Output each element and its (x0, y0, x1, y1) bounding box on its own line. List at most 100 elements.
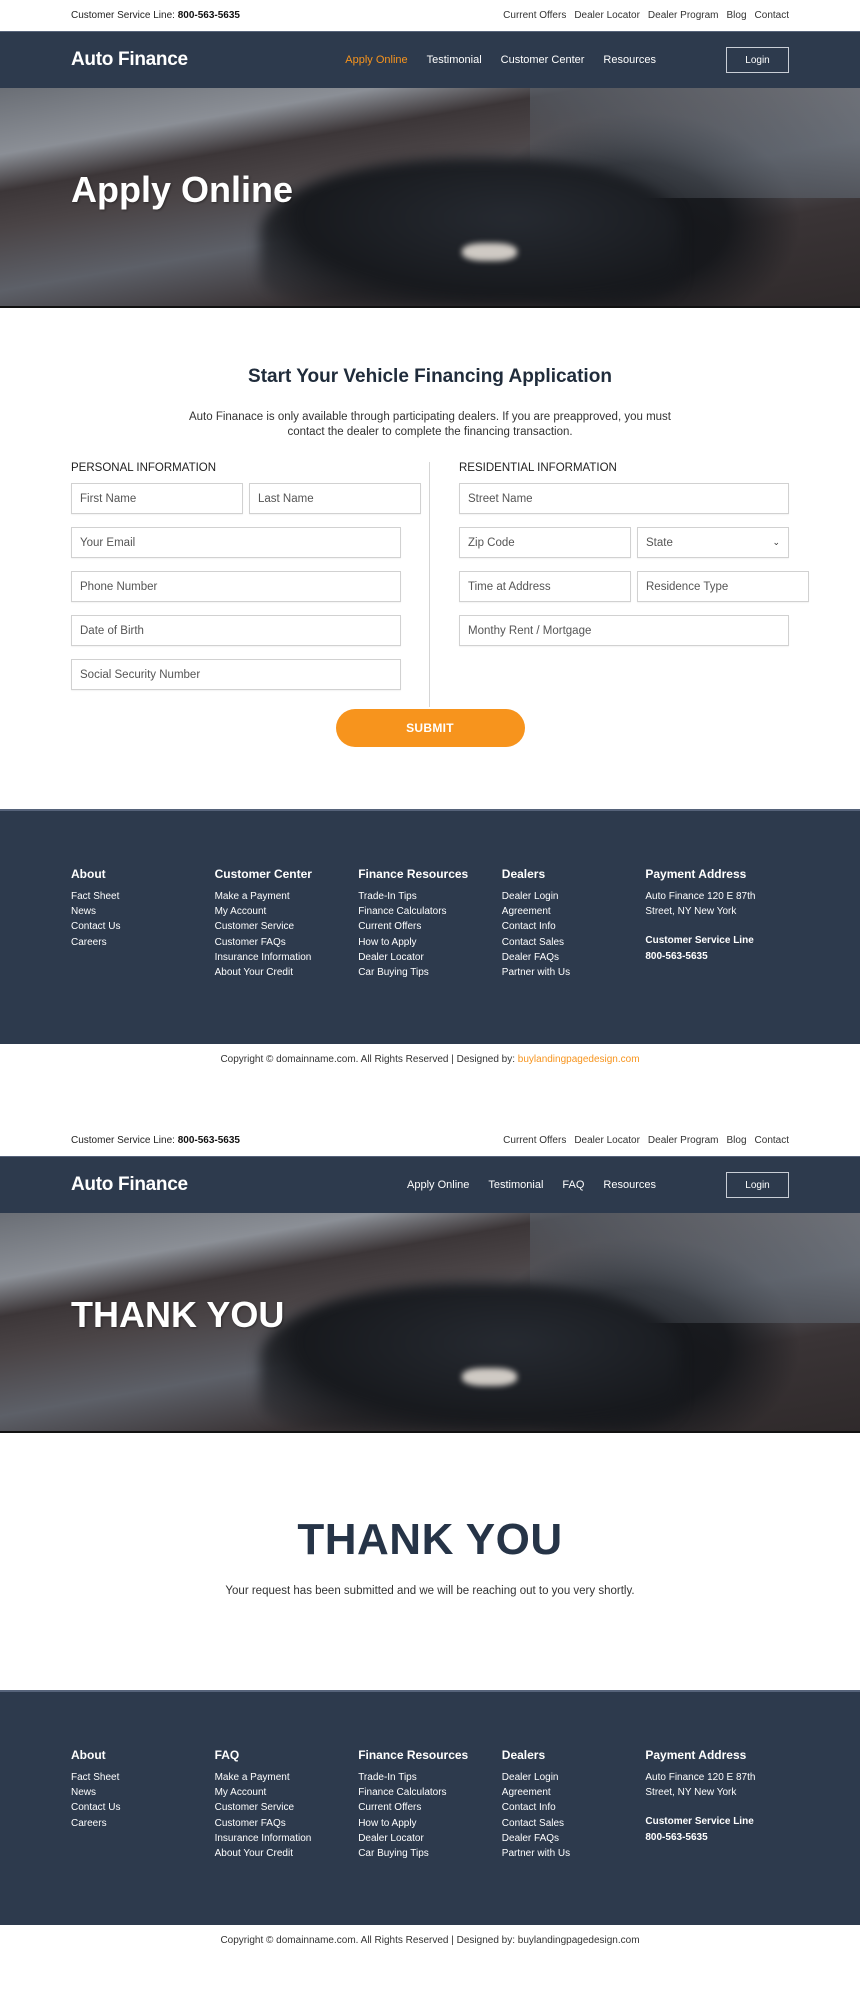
phone-input[interactable] (71, 571, 401, 602)
footer-service-phone[interactable]: 800-563-5635 (645, 1830, 789, 1845)
service-label: Customer Service Line: (71, 10, 175, 21)
footer-link[interactable]: Customer FAQs (215, 935, 359, 950)
footer-link[interactable]: Finance Calculators (358, 1785, 502, 1800)
footer-link[interactable]: Partner with Us (502, 1846, 646, 1861)
nav-item-faq[interactable]: FAQ (562, 1179, 584, 1191)
footer-link[interactable]: Dealer FAQs (502, 1831, 646, 1846)
footer-about-title: About (71, 867, 106, 881)
submit-button[interactable]: SUBMIT (335, 709, 525, 747)
footer-link[interactable]: Current Offers (358, 1800, 502, 1815)
street-name-input[interactable] (459, 483, 789, 514)
footer-link[interactable]: How to Apply (358, 935, 502, 950)
last-name-input[interactable] (249, 483, 421, 514)
footer-link[interactable]: Insurance Information (215, 950, 359, 965)
footer-link[interactable]: Customer Service (215, 919, 359, 934)
address-line-1: Auto Finance 120 E 87th (645, 1772, 756, 1783)
footer-link[interactable]: Car Buying Tips (358, 965, 502, 980)
nav-item-testimonial[interactable]: Testimonial (427, 54, 482, 66)
footer-link[interactable]: Careers (71, 935, 215, 950)
footer-link[interactable]: Dealer Login (502, 1770, 646, 1785)
footer-link[interactable]: Agreement (502, 1785, 646, 1800)
login-button[interactable]: Login (726, 47, 789, 73)
footer-faq: FAQ Make a Payment My Account Customer S… (215, 1748, 359, 1861)
footer-link[interactable]: About Your Credit (215, 1846, 359, 1861)
footer-link[interactable]: Trade-In Tips (358, 889, 502, 904)
logo[interactable]: Auto Finance (71, 1174, 188, 1196)
nav-item-testimonial[interactable]: Testimonial (488, 1179, 543, 1191)
footer-link[interactable]: Finance Calculators (358, 904, 502, 919)
nav-item-apply-online[interactable]: Apply Online (345, 54, 407, 66)
time-at-address-input[interactable] (459, 571, 631, 602)
top-link-contact[interactable]: Contact (755, 1135, 789, 1146)
top-link-current-offers[interactable]: Current Offers (503, 10, 566, 21)
state-select[interactable]: State ⌄ (637, 527, 789, 558)
footer-link[interactable]: Car Buying Tips (358, 1846, 502, 1861)
nav-item-resources[interactable]: Resources (603, 1179, 656, 1191)
nav-item-apply-online[interactable]: Apply Online (407, 1179, 469, 1191)
footer-finance-resources: Finance Resources Trade-In Tips Finance … (358, 867, 502, 980)
top-link-current-offers[interactable]: Current Offers (503, 1135, 566, 1146)
footer-link[interactable]: About Your Credit (215, 965, 359, 980)
first-name-input[interactable] (71, 483, 243, 514)
top-link-blog[interactable]: Blog (727, 10, 747, 21)
designer-link[interactable]: buylandingpagedesign.com (518, 1935, 640, 1946)
footer-link[interactable]: Dealer FAQs (502, 950, 646, 965)
footer-link[interactable]: Make a Payment (215, 889, 359, 904)
ssn-input[interactable] (71, 659, 401, 690)
footer-link[interactable]: Customer FAQs (215, 1816, 359, 1831)
top-link-dealer-program[interactable]: Dealer Program (648, 1135, 719, 1146)
top-link-blog[interactable]: Blog (727, 1135, 747, 1146)
residence-type-input[interactable] (637, 571, 809, 602)
login-button[interactable]: Login (726, 1172, 789, 1198)
footer-center-title: FAQ (214, 1748, 240, 1762)
footer-link[interactable]: Fact Sheet (71, 889, 215, 904)
residential-information: RESIDENTIAL INFORMATION State ⌄ (459, 462, 809, 703)
footer-link[interactable]: My Account (215, 904, 359, 919)
copyright-bar: Copyright © domainname.com. All Rights R… (0, 1044, 860, 1078)
footer-link[interactable]: News (71, 1785, 215, 1800)
designer-link[interactable]: buylandingpagedesign.com (518, 1054, 640, 1065)
service-phone[interactable]: 800-563-5635 (178, 1135, 240, 1146)
nav-item-resources[interactable]: Resources (603, 54, 656, 66)
column-divider (429, 462, 430, 707)
email-input[interactable] (71, 527, 401, 558)
footer-link[interactable]: News (71, 904, 215, 919)
footer-link[interactable]: Customer Service (215, 1800, 359, 1815)
service-phone[interactable]: 800-563-5635 (178, 10, 240, 21)
hero-title: THANK YOU (71, 1293, 285, 1335)
footer-link[interactable]: How to Apply (358, 1816, 502, 1831)
date-of-birth-input[interactable] (71, 615, 401, 646)
footer-link[interactable]: Current Offers (358, 919, 502, 934)
nav-item-customer-center[interactable]: Customer Center (501, 54, 585, 66)
footer-link[interactable]: Make a Payment (215, 1770, 359, 1785)
footer-link[interactable]: Contact Sales (502, 935, 646, 950)
top-bar: Customer Service Line: 800-563-5635 Curr… (0, 0, 860, 31)
footer-link[interactable]: Agreement (502, 904, 646, 919)
top-links: Current Offers Dealer Locator Dealer Pro… (503, 10, 789, 21)
footer-link[interactable]: Dealer Locator (358, 1831, 502, 1846)
footer-link[interactable]: Contact Us (71, 919, 215, 934)
footer-link[interactable]: My Account (215, 1785, 359, 1800)
footer-link[interactable]: Trade-In Tips (358, 1770, 502, 1785)
footer-link[interactable]: Partner with Us (502, 965, 646, 980)
top-link-contact[interactable]: Contact (755, 10, 789, 21)
personal-heading: PERSONAL INFORMATION (71, 462, 217, 474)
footer-link[interactable]: Contact Info (502, 1800, 646, 1815)
footer-link[interactable]: Contact Us (71, 1800, 215, 1815)
footer-service-phone[interactable]: 800-563-5635 (645, 949, 789, 964)
footer-link[interactable]: Careers (71, 1816, 215, 1831)
footer-link[interactable]: Contact Info (502, 919, 646, 934)
footer-dealers: Dealers Dealer Login Agreement Contact I… (502, 867, 646, 980)
zip-code-input[interactable] (459, 527, 631, 558)
top-link-dealer-locator[interactable]: Dealer Locator (574, 1135, 640, 1146)
main-nav: Auto Finance Apply Online Testimonial Cu… (0, 31, 860, 88)
top-link-dealer-locator[interactable]: Dealer Locator (574, 10, 640, 21)
footer-link[interactable]: Insurance Information (215, 1831, 359, 1846)
footer-link[interactable]: Dealer Locator (358, 950, 502, 965)
footer-link[interactable]: Fact Sheet (71, 1770, 215, 1785)
top-link-dealer-program[interactable]: Dealer Program (648, 10, 719, 21)
monthly-rent-input[interactable] (459, 615, 789, 646)
footer-link[interactable]: Contact Sales (502, 1816, 646, 1831)
logo[interactable]: Auto Finance (71, 49, 188, 71)
footer-link[interactable]: Dealer Login (502, 889, 646, 904)
